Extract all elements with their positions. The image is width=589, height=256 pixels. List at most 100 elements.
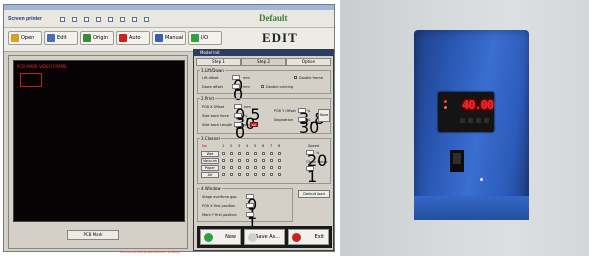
tool-icon-8[interactable] bbox=[144, 17, 149, 22]
tool-icon-6[interactable] bbox=[120, 17, 125, 22]
cleaner-checkbox[interactable] bbox=[222, 159, 225, 162]
cleaner-checkbox[interactable] bbox=[230, 166, 233, 169]
clean-times-input[interactable]: 1 bbox=[306, 166, 317, 186]
controller-button-4[interactable] bbox=[484, 118, 489, 123]
stage-overtime-input[interactable]: 0 bbox=[246, 194, 257, 214]
dialog-tabs: Step 1 Step 2 Option bbox=[196, 58, 332, 66]
folder-icon bbox=[11, 34, 19, 42]
cleaner-checkbox[interactable] bbox=[254, 173, 257, 176]
cleaner-checkbox[interactable] bbox=[262, 173, 265, 176]
cleaner-checkbox[interactable] bbox=[230, 159, 233, 162]
cleaner-row-vacuum[interactable]: Vacuum bbox=[201, 158, 219, 164]
cleaner-checkbox[interactable] bbox=[238, 152, 241, 155]
power-switch[interactable] bbox=[450, 150, 464, 172]
controller-button-1[interactable] bbox=[460, 118, 465, 123]
open-button[interactable]: Open bbox=[8, 31, 42, 45]
model-name: Default bbox=[259, 13, 288, 23]
cleaner-checkbox[interactable] bbox=[278, 166, 281, 169]
tool-icon-1[interactable] bbox=[60, 17, 65, 22]
status-led-1 bbox=[444, 100, 447, 103]
cleaner-row-air[interactable]: Air bbox=[201, 172, 219, 178]
double-frame-checkbox[interactable] bbox=[294, 76, 297, 79]
cleaner-checkbox[interactable] bbox=[278, 159, 281, 162]
camera-view[interactable]: PCB MARK VIDEO FRAME bbox=[13, 60, 185, 222]
hand-icon bbox=[155, 34, 163, 42]
tab-step-1[interactable]: Step 1 bbox=[196, 58, 241, 66]
save-as-button[interactable]: Save As... bbox=[244, 229, 285, 245]
enclosure-lip bbox=[414, 196, 529, 220]
software-window: Screen printer Default Open Edit Origin … bbox=[3, 4, 335, 252]
cleaner-checkbox[interactable] bbox=[230, 173, 233, 176]
cleaner-checkbox[interactable] bbox=[238, 173, 241, 176]
cleaner-checkbox[interactable] bbox=[238, 159, 241, 162]
cleaner-checkbox[interactable] bbox=[270, 166, 273, 169]
cleaner-checkbox[interactable] bbox=[238, 166, 241, 169]
cleaner-row-wet[interactable]: Wet bbox=[201, 151, 219, 157]
cleaner-checkbox[interactable] bbox=[278, 152, 281, 155]
cleaner-checkbox[interactable] bbox=[262, 152, 265, 155]
pcb-x-offset-input[interactable]: 0.5 bbox=[234, 104, 260, 124]
lift-offset-input[interactable]: 0 bbox=[232, 75, 243, 95]
cleaner-col-5: 5 bbox=[254, 144, 257, 148]
origin-button[interactable]: Origin bbox=[80, 31, 114, 45]
controller-button-2[interactable] bbox=[468, 118, 473, 123]
controller-button-3[interactable] bbox=[476, 118, 481, 123]
tool-icon-5[interactable] bbox=[108, 17, 113, 22]
cleaner-checkbox[interactable] bbox=[222, 166, 225, 169]
cleaner-checkbox[interactable] bbox=[262, 159, 265, 162]
tool-icon-2[interactable] bbox=[72, 17, 77, 22]
cleaner-checkbox[interactable] bbox=[230, 152, 233, 155]
print-save-button[interactable]: Save bbox=[318, 109, 330, 122]
menu-bar: Screen printer Default bbox=[4, 10, 334, 28]
cleaner-checkbox[interactable] bbox=[270, 152, 273, 155]
pcb-x-first-input[interactable]: 1 bbox=[246, 203, 257, 223]
edit-icon bbox=[47, 34, 55, 42]
cleaner-checkbox[interactable] bbox=[262, 166, 265, 169]
cleaner-row-paper[interactable]: Paper bbox=[201, 165, 219, 171]
pcb-y-offset-unit: % bbox=[307, 109, 311, 113]
dialog-title: Model Init bbox=[200, 50, 220, 55]
lift-offset-unit: mm bbox=[243, 76, 250, 80]
double-printing-checkbox[interactable] bbox=[261, 85, 264, 88]
tab-option[interactable]: Option bbox=[286, 58, 331, 66]
cleaner-checkbox[interactable] bbox=[270, 173, 273, 176]
default-load-button[interactable]: Default load bbox=[298, 190, 330, 198]
cleaner-checkbox[interactable] bbox=[246, 166, 249, 169]
down-offset-input[interactable]: 0 bbox=[232, 84, 243, 104]
tab-step-2[interactable]: Step 2 bbox=[241, 58, 286, 66]
mark-y-first-input[interactable]: 1 bbox=[246, 212, 257, 232]
switch-rocker[interactable] bbox=[453, 153, 461, 164]
separation-input[interactable]: 30 bbox=[298, 117, 319, 137]
io-button[interactable]: I/O bbox=[188, 31, 222, 45]
manual-button[interactable]: Manual bbox=[152, 31, 186, 45]
pcb-x-offset-label: PCB X Offset bbox=[202, 105, 225, 109]
edit-button[interactable]: Edit bbox=[44, 31, 78, 45]
new-icon bbox=[204, 233, 213, 242]
pcb-y-offset-input[interactable]: 3.8 bbox=[298, 108, 324, 128]
mark-roi-box[interactable] bbox=[20, 73, 42, 87]
side-back-force-input[interactable]: 30 bbox=[234, 113, 255, 133]
cleaner-checkbox[interactable] bbox=[254, 159, 257, 162]
new-label: New bbox=[225, 234, 236, 240]
cleaner-checkbox[interactable] bbox=[246, 159, 249, 162]
tool-icon-7[interactable] bbox=[132, 17, 137, 22]
manual-label: Manual bbox=[165, 35, 184, 41]
cleaner-checkbox[interactable] bbox=[246, 173, 249, 176]
tool-icon-4[interactable] bbox=[96, 17, 101, 22]
cleaner-checkbox[interactable] bbox=[254, 166, 257, 169]
new-button[interactable]: New bbox=[200, 229, 241, 245]
exit-button[interactable]: Exit bbox=[288, 229, 329, 245]
pcb-mark-button[interactable]: PCB Mark bbox=[67, 230, 119, 240]
speed-input[interactable]: 20 bbox=[306, 150, 327, 170]
tool-icon-3[interactable] bbox=[84, 17, 89, 22]
auto-button[interactable]: Auto bbox=[116, 31, 150, 45]
speed-unit: % bbox=[316, 151, 320, 155]
cleaner-checkbox[interactable] bbox=[278, 173, 281, 176]
cleaner-checkbox[interactable] bbox=[246, 152, 249, 155]
set-button[interactable]: Set bbox=[250, 122, 258, 127]
side-back-length-input[interactable]: 0 bbox=[234, 122, 245, 142]
cleaner-checkbox[interactable] bbox=[222, 173, 225, 176]
cleaner-checkbox[interactable] bbox=[254, 152, 257, 155]
cleaner-checkbox[interactable] bbox=[270, 159, 273, 162]
cleaner-checkbox[interactable] bbox=[222, 152, 225, 155]
